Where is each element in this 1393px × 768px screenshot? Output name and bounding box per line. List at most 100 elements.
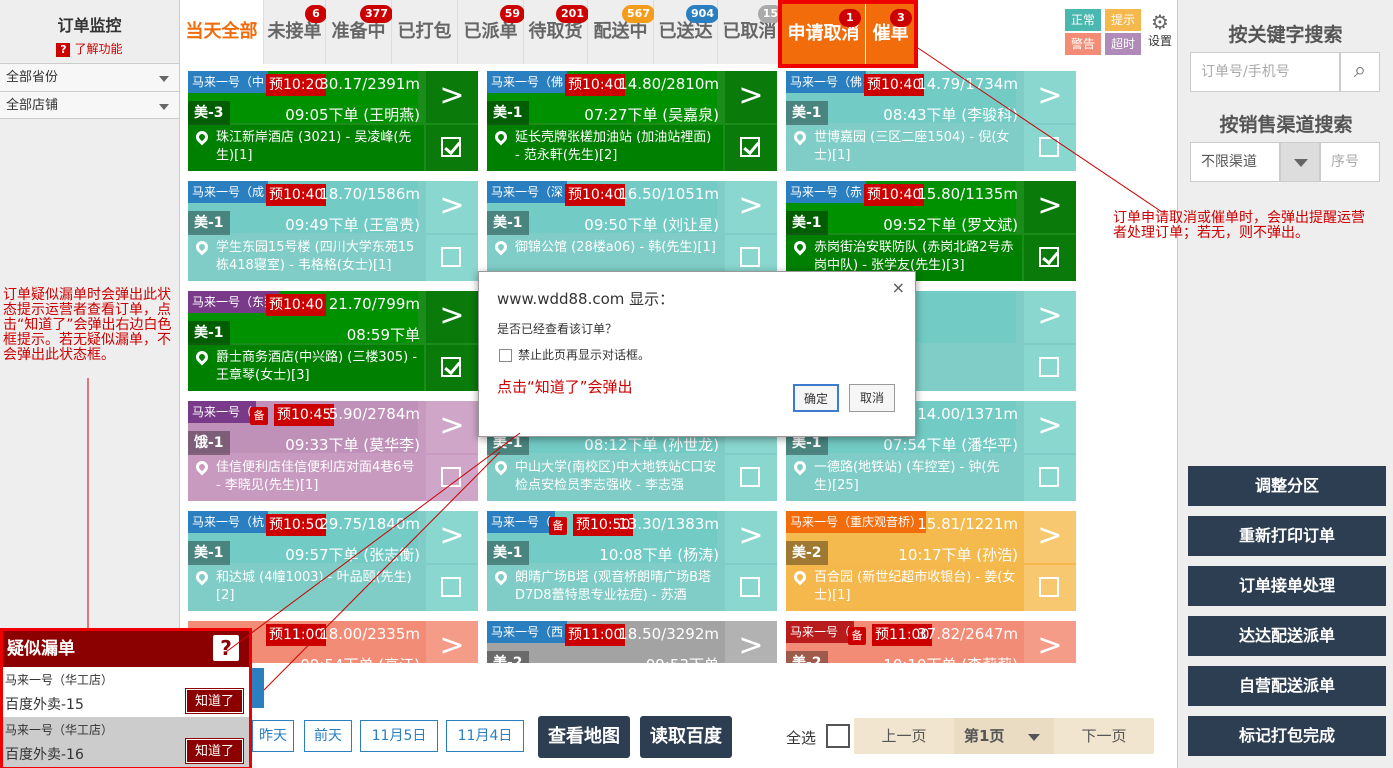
- order-card[interactable]: 马来一号（中 预10:20 30.17/2391m 美-3 09:05下单 (王明燕) >…: [188, 71, 478, 171]
- chevron-right-icon[interactable]: >: [1024, 291, 1076, 343]
- action-button[interactable]: 重新打印订单: [1188, 516, 1386, 556]
- province-select[interactable]: 全部省份: [0, 63, 179, 91]
- channel-select[interactable]: 不限渠道: [1190, 142, 1280, 182]
- channel-badge: 美-1: [487, 211, 529, 235]
- tab-1[interactable]: 未接单 6: [264, 0, 327, 64]
- action-button[interactable]: 达达配送派单: [1188, 616, 1386, 656]
- action-button[interactable]: 自营配送派单: [1188, 666, 1386, 706]
- date-button[interactable]: 昨天: [252, 720, 294, 752]
- order-checkbox[interactable]: [426, 345, 478, 391]
- help-link[interactable]: ? 了解功能: [0, 40, 179, 57]
- shop-select[interactable]: 全部店铺: [0, 91, 179, 119]
- suppress-dialog-checkbox[interactable]: 禁止此页再显示对话框。: [499, 346, 650, 363]
- search-icon[interactable]: ⌕: [1340, 52, 1380, 92]
- shop-tag: 马来一号（: [786, 621, 855, 643]
- chevron-right-icon[interactable]: >: [426, 511, 478, 563]
- action-button[interactable]: 调整分区: [1188, 466, 1386, 506]
- order-card[interactable]: 马来一号（重庆观音桥） 15.81/1221m 美-2 10:17下单 (孙浩) > 百合…: [786, 511, 1076, 611]
- cancel-button[interactable]: 取消: [849, 384, 895, 412]
- chevron-right-icon[interactable]: >: [725, 621, 777, 663]
- chevron-right-icon[interactable]: >: [426, 181, 478, 233]
- chevron-right-icon[interactable]: >: [1024, 181, 1076, 233]
- prev-page-button[interactable]: 上一页: [854, 718, 954, 754]
- order-checkbox[interactable]: [1024, 125, 1076, 171]
- select-all-label: 全选: [786, 729, 817, 747]
- order-checkbox[interactable]: [725, 565, 777, 611]
- confirm-dialog: www.wdd88.com 显示： × 是否已经查看该订单？ 禁止此页再显示对话…: [478, 271, 916, 437]
- order-checkbox[interactable]: [1024, 455, 1076, 501]
- delivery-address: 学生东园15号楼 (四川大学东苑15栋418寝室) - 韦格格(女士)[1]: [188, 235, 424, 281]
- order-card[interactable]: 马来一号（佛 预10:40 14.79/1734m 美-1 08:43下单 (李骏科) >…: [786, 71, 1076, 171]
- page-select[interactable]: 第1页: [954, 718, 1054, 754]
- tab-3[interactable]: 已打包: [392, 0, 458, 64]
- order-card[interactable]: 马来一号（成 预10:40 18.70/1586m 美-1 09:49下单 (王富贵) >…: [188, 181, 478, 281]
- tab-8[interactable]: 已取消 15: [718, 0, 783, 64]
- settings-button[interactable]: ⚙ 设置: [1147, 12, 1173, 49]
- chevron-down-icon[interactable]: [1280, 142, 1320, 182]
- order-card[interactable]: 马来一号（杭 预10:50 29.75/1840m 美-1 09:57下单 (张志衡) >…: [188, 511, 478, 611]
- order-checkbox[interactable]: [426, 125, 478, 171]
- order-card[interactable]: 马来一号（深 预10:40 16.50/1051m 美-1 09:50下单 (刘让星) >…: [487, 181, 777, 281]
- chevron-right-icon[interactable]: >: [1024, 621, 1076, 663]
- chevron-right-icon[interactable]: >: [426, 71, 478, 123]
- help-icon[interactable]: ?: [213, 635, 239, 661]
- acknowledge-button[interactable]: 知道了: [184, 688, 245, 714]
- order-checkbox[interactable]: [1024, 565, 1076, 611]
- chevron-right-icon[interactable]: >: [426, 291, 478, 343]
- order-card[interactable]: 马来一号（东莞 预10:40 21.70/799m 美-1 08:59下单 > 爵士商务酒店…: [188, 291, 478, 391]
- order-checkbox[interactable]: [426, 455, 478, 501]
- order-checkbox[interactable]: [426, 565, 478, 611]
- search-input[interactable]: 订单号/手机号: [1190, 52, 1340, 92]
- action-button[interactable]: 订单接单处理: [1188, 566, 1386, 606]
- tab-2[interactable]: 准备中 377: [326, 0, 393, 64]
- order-checkbox[interactable]: [426, 235, 478, 281]
- shop-tag: 马来一号（佛: [487, 71, 568, 93]
- delivery-address: 百合园 (新世纪超市收银台) - 姜(女士)[1]: [786, 565, 1022, 611]
- count-badge: 59: [499, 5, 525, 23]
- tab-request-cancel[interactable]: 申请取消 1: [782, 4, 866, 64]
- order-card[interactable]: 马来一号（佛 预10:40 14.80/2810m 美-1 07:27下单 (吴嘉泉) >…: [487, 71, 777, 171]
- order-checkbox[interactable]: [725, 455, 777, 501]
- preorder-time: 预10:40: [864, 184, 925, 206]
- order-checkbox[interactable]: [1024, 345, 1076, 391]
- action-button[interactable]: 标记打包完成: [1188, 716, 1386, 756]
- shop-tag: 马来一号（佛: [786, 71, 867, 93]
- order-checkbox[interactable]: [1024, 235, 1076, 281]
- close-icon[interactable]: ×: [892, 278, 905, 297]
- tab-4[interactable]: 已派单 59: [458, 0, 525, 64]
- chevron-right-icon[interactable]: >: [426, 401, 478, 453]
- read-baidu-button[interactable]: 读取百度: [640, 716, 732, 758]
- preorder-time: 预10:40: [266, 294, 327, 316]
- date-button[interactable]: 前天: [304, 720, 352, 752]
- order-card[interactable]: 马来一号（备预10:45 5.90/2784m 饿-1 09:33下单 (莫华李) > 佳…: [188, 401, 478, 501]
- select-all-checkbox[interactable]: [826, 724, 850, 748]
- chevron-right-icon[interactable]: >: [725, 511, 777, 563]
- date-button[interactable]: 11月5日: [360, 720, 438, 752]
- tab-0[interactable]: 当天全部: [180, 0, 264, 64]
- date-button[interactable]: 11月4日: [446, 720, 524, 752]
- order-card[interactable]: 马来一号（西预11:0018.50/3292m 美-2 09:53下单 >: [487, 621, 777, 663]
- tab-5[interactable]: 待取货 201: [524, 0, 589, 64]
- chevron-right-icon[interactable]: >: [426, 621, 478, 663]
- chevron-right-icon[interactable]: >: [725, 181, 777, 233]
- ok-button[interactable]: 确定: [793, 384, 839, 412]
- next-page-button[interactable]: 下一页: [1054, 718, 1154, 754]
- order-card[interactable]: 马来一号（备预10:50 13.30/1383m 美-1 10:08下单 (杨涛) > 朗…: [487, 511, 777, 611]
- acknowledge-button[interactable]: 知道了: [184, 738, 245, 764]
- chevron-right-icon[interactable]: >: [1024, 511, 1076, 563]
- order-card[interactable]: 马来一号（备预11:0037.82/2647m美-210:10下单 (李莉莉)>: [786, 621, 1076, 663]
- order-card[interactable]: 马来一号（赤 预10:40 15.80/1135m 美-1 09:52下单 (罗文斌) >…: [786, 181, 1076, 281]
- tab-6[interactable]: 配送中 567: [588, 0, 655, 64]
- delivery-address: 中山大学(南校区)中大地铁站C口安检点安检员李志强收 - 李志强: [487, 455, 723, 501]
- legend-hint: 提示: [1105, 9, 1141, 31]
- chevron-right-icon[interactable]: >: [1024, 401, 1076, 453]
- order-checkbox[interactable]: [725, 125, 777, 171]
- tab-7[interactable]: 已送达 904: [654, 0, 719, 64]
- view-map-button[interactable]: 查看地图: [538, 716, 630, 758]
- channel-badge: 美-1: [188, 211, 230, 235]
- question-icon: ?: [56, 43, 71, 57]
- tab-urge[interactable]: 催单 3: [867, 4, 914, 64]
- chevron-right-icon[interactable]: >: [1024, 71, 1076, 123]
- chevron-right-icon[interactable]: >: [725, 71, 777, 123]
- seq-input[interactable]: 序号: [1320, 142, 1380, 182]
